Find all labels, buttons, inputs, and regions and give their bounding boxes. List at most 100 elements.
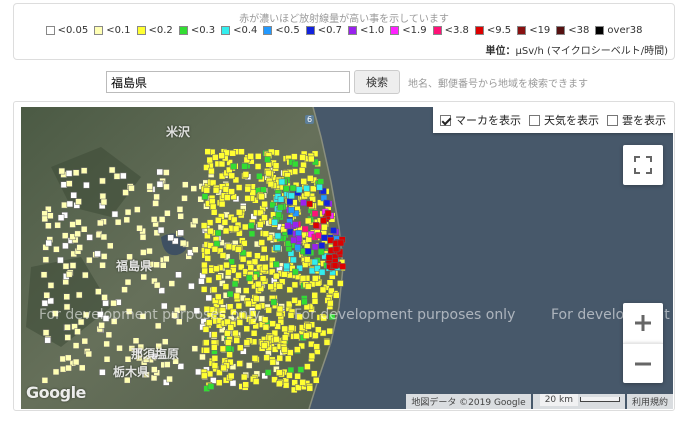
radiation-marker[interactable] [267, 283, 275, 291]
radiation-marker[interactable] [132, 337, 140, 344]
radiation-marker[interactable] [205, 276, 213, 284]
radiation-marker[interactable] [288, 206, 295, 214]
radiation-marker[interactable] [277, 204, 284, 211]
radiation-marker[interactable] [278, 178, 286, 186]
radiation-marker[interactable] [103, 355, 111, 363]
radiation-marker[interactable] [86, 256, 93, 264]
radiation-marker[interactable] [254, 163, 262, 170]
radiation-marker[interactable] [245, 251, 253, 258]
radiation-marker[interactable] [218, 160, 226, 168]
radiation-marker[interactable] [161, 338, 169, 345]
radiation-marker[interactable] [293, 332, 300, 340]
radiation-marker[interactable] [312, 332, 319, 339]
radiation-marker[interactable] [229, 149, 236, 157]
radiation-marker[interactable] [59, 355, 67, 363]
radiation-marker[interactable] [251, 355, 259, 362]
radiation-marker[interactable] [198, 277, 205, 285]
radiation-marker[interactable] [228, 188, 235, 195]
radiation-marker[interactable] [121, 286, 128, 293]
radiation-marker[interactable] [72, 358, 80, 366]
radiation-marker[interactable] [265, 306, 272, 314]
radiation-marker[interactable] [286, 372, 293, 379]
radiation-marker[interactable] [58, 167, 66, 175]
radiation-marker[interactable] [98, 322, 105, 329]
radiation-marker[interactable] [153, 193, 160, 201]
radiation-marker[interactable] [295, 229, 302, 237]
radiation-marker[interactable] [319, 286, 327, 294]
radiation-marker[interactable] [295, 186, 303, 193]
zoom-out-button[interactable] [623, 343, 663, 383]
radiation-marker[interactable] [72, 169, 80, 176]
radiation-marker[interactable] [204, 148, 211, 155]
radiation-marker[interactable] [299, 154, 306, 161]
radiation-marker[interactable] [57, 214, 65, 221]
radiation-marker[interactable] [291, 153, 298, 160]
radiation-marker[interactable] [228, 172, 235, 180]
radiation-marker[interactable] [241, 163, 248, 170]
radiation-marker[interactable] [281, 271, 288, 278]
checkbox[interactable] [607, 114, 618, 126]
radiation-marker[interactable] [99, 262, 106, 269]
radiation-marker[interactable] [281, 325, 288, 333]
radiation-marker[interactable] [181, 195, 188, 202]
radiation-marker[interactable] [304, 217, 312, 225]
fullscreen-button[interactable] [623, 145, 663, 185]
radiation-marker[interactable] [250, 330, 258, 337]
map-canvas[interactable]: 6 米沢 福島県 那須塩原 栃木県 For development purpos… [21, 107, 673, 409]
radiation-marker[interactable] [157, 226, 165, 234]
radiation-marker[interactable] [45, 239, 52, 247]
radiation-marker[interactable] [66, 200, 74, 208]
radiation-marker[interactable] [330, 227, 337, 234]
radiation-marker[interactable] [136, 224, 143, 232]
radiation-marker[interactable] [65, 354, 72, 362]
radiation-marker[interactable] [263, 354, 270, 361]
radiation-marker[interactable] [271, 219, 278, 226]
radiation-marker[interactable] [282, 185, 290, 193]
radiation-marker[interactable] [221, 218, 229, 226]
radiation-marker[interactable] [290, 236, 297, 244]
radiation-marker[interactable] [258, 193, 265, 201]
radiation-marker[interactable] [305, 323, 312, 330]
radiation-marker[interactable] [205, 294, 213, 302]
radiation-marker[interactable] [337, 239, 345, 247]
radiation-marker[interactable] [213, 265, 220, 273]
radiation-marker[interactable] [163, 169, 170, 176]
radiation-marker[interactable] [175, 271, 182, 279]
radiation-marker[interactable] [215, 379, 223, 386]
radiation-marker[interactable] [156, 168, 163, 176]
radiation-marker[interactable] [294, 244, 301, 251]
radiation-marker[interactable] [321, 223, 328, 231]
radiation-marker[interactable] [86, 234, 93, 241]
radiation-marker[interactable] [182, 181, 189, 188]
radiation-marker[interactable] [281, 346, 288, 353]
radiation-marker[interactable] [242, 171, 250, 178]
radiation-marker[interactable] [339, 263, 347, 270]
radiation-marker[interactable] [274, 232, 282, 240]
radiation-marker[interactable] [252, 378, 260, 385]
radiation-marker[interactable] [44, 336, 51, 344]
radiation-marker[interactable] [247, 222, 255, 229]
checkbox[interactable] [440, 114, 451, 126]
radiation-marker[interactable] [227, 324, 234, 331]
radiation-marker[interactable] [291, 160, 299, 168]
search-button[interactable]: 検索 [354, 70, 400, 94]
radiation-marker[interactable] [300, 199, 307, 207]
radiation-marker[interactable] [243, 339, 251, 346]
radiation-marker[interactable] [285, 300, 293, 308]
radiation-marker[interactable] [292, 221, 299, 228]
radiation-marker[interactable] [304, 248, 312, 255]
radiation-marker[interactable] [223, 261, 230, 269]
radiation-marker[interactable] [317, 248, 325, 256]
radiation-marker[interactable] [331, 262, 339, 269]
radiation-marker[interactable] [211, 362, 219, 369]
radiation-marker[interactable] [57, 256, 64, 264]
search-input[interactable] [106, 71, 350, 93]
radiation-marker[interactable] [75, 218, 82, 226]
radiation-marker[interactable] [101, 294, 108, 301]
radiation-marker[interactable] [47, 212, 54, 219]
radiation-marker[interactable] [212, 186, 220, 194]
radiation-marker[interactable] [318, 268, 326, 276]
radiation-marker[interactable] [316, 183, 323, 191]
radiation-marker[interactable] [206, 156, 214, 164]
radiation-marker[interactable] [290, 256, 297, 264]
